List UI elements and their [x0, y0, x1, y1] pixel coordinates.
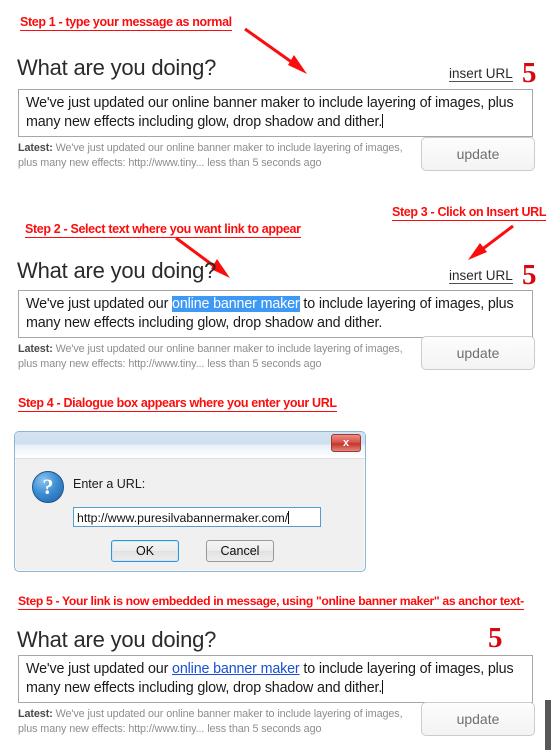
marker-five-2: 5	[522, 259, 537, 291]
ok-button-label: OK	[135, 544, 155, 558]
anchor-link[interactable]: online banner maker	[172, 661, 300, 677]
cancel-button[interactable]: Cancel	[206, 540, 274, 562]
close-icon-glyph: x	[342, 436, 350, 449]
dialog-titlebar[interactable]: x	[15, 432, 365, 459]
latest-message-3: We've just updated our online banner mak…	[18, 708, 403, 735]
insert-url-link[interactable]: insert URL	[449, 66, 513, 82]
scrollbar-fragment[interactable]	[545, 700, 551, 750]
message-text-before-3: We've just updated our	[26, 661, 173, 677]
message-text-before: We've just updated our	[26, 296, 173, 312]
url-input[interactable]: http://www.puresilvabannermaker.com/	[73, 507, 321, 527]
update-button-2[interactable]: update	[421, 336, 535, 370]
step-1-arrow	[244, 27, 307, 74]
marker-five: 5	[522, 57, 537, 89]
marker-five-3: 5	[488, 622, 503, 654]
latest-message-2: We've just updated our online banner mak…	[18, 343, 403, 370]
update-button-3[interactable]: update	[421, 702, 535, 736]
update-button[interactable]: update	[421, 137, 535, 171]
latest-status-2: Latest: We've just updated our online ba…	[18, 342, 418, 372]
update-button-label-2: update	[456, 345, 500, 361]
page-title-2: What are you doing?	[17, 258, 217, 283]
text-caret	[382, 114, 384, 128]
dialog-prompt: Enter a URL:	[73, 477, 146, 491]
latest-label-3: Latest:	[18, 708, 53, 720]
url-input-caret	[288, 511, 290, 524]
message-text: We've just updated our online banner mak…	[26, 95, 514, 130]
ok-button[interactable]: OK	[111, 540, 179, 562]
dialog-body: ? Enter a URL: http://www.puresilvabanne…	[15, 459, 365, 573]
update-button-label-3: update	[456, 711, 500, 727]
page-title-3: What are you doing?	[17, 627, 217, 652]
step-4-caption: Step 4 - Dialogue box appears where you …	[18, 396, 337, 412]
latest-message: We've just updated our online banner mak…	[18, 142, 403, 169]
url-dialog: x ? Enter a URL: http://www.puresilvaban…	[14, 431, 366, 572]
question-mark-icon: ?	[32, 471, 64, 503]
latest-status-3: Latest: We've just updated our online ba…	[18, 707, 418, 737]
url-input-value: http://www.puresilvabannermaker.com/	[77, 511, 289, 525]
page-title: What are you doing?	[17, 55, 217, 80]
insert-url-link-2[interactable]: insert URL	[449, 268, 513, 284]
update-button-label: update	[456, 146, 500, 162]
selected-text: online banner maker	[172, 296, 300, 312]
text-caret-3	[382, 680, 384, 694]
message-textarea[interactable]: We've just updated our online banner mak…	[18, 89, 533, 137]
latest-label-2: Latest:	[18, 343, 53, 355]
message-textarea-3[interactable]: We've just updated our online banner mak…	[18, 655, 533, 703]
latest-label: Latest:	[18, 142, 53, 154]
close-icon[interactable]: x	[331, 434, 361, 452]
cancel-button-label: Cancel	[220, 544, 260, 558]
message-textarea-2[interactable]: We've just updated our online banner mak…	[18, 290, 533, 338]
question-mark-glyph: ?	[42, 474, 54, 499]
step-5-caption: Step 5 - Your link is now embedded in me…	[18, 594, 524, 610]
latest-status: Latest: We've just updated our online ba…	[18, 141, 418, 171]
